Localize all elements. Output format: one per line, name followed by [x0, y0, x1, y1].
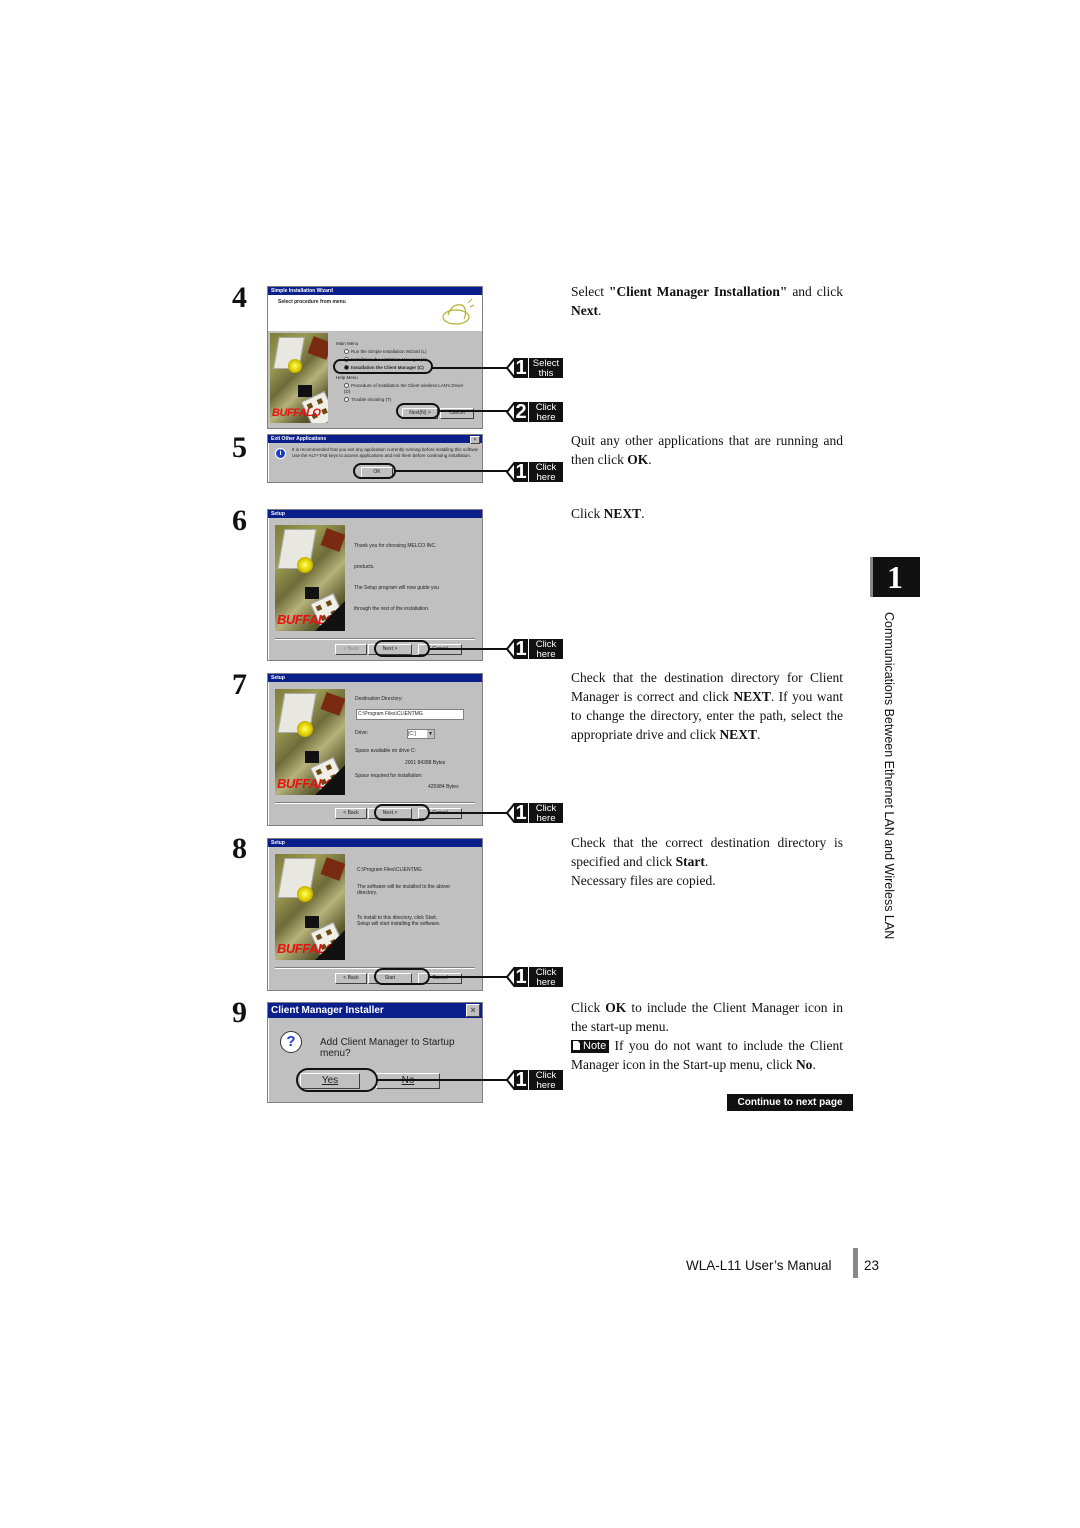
window-title: Simple Installation Wizard — [271, 288, 333, 294]
window-titlebar: Exit Other Applications × — [268, 435, 482, 444]
option-trouble-shooting[interactable]: Trouble shooting (T) — [344, 397, 391, 403]
leader-line — [429, 648, 508, 650]
dialog-message: It is recommended that you exit any appl… — [292, 447, 478, 458]
buffalo-artwork: BUFFALO — [275, 854, 345, 960]
highlight-oval — [296, 1068, 378, 1092]
chevron-down-icon[interactable]: ▼ — [427, 730, 434, 738]
question-icon: ? — [280, 1031, 302, 1053]
step-description: Check that the destination directory for… — [571, 670, 843, 742]
step-description: Quit any other applications that are run… — [571, 433, 843, 467]
back-button[interactable]: < Back — [335, 644, 367, 655]
buffalo-artwork: BUFFALO — [275, 525, 345, 631]
leader-line — [429, 976, 508, 978]
step-number: 7 — [232, 668, 247, 701]
setup-start-dialog: Setup BUFFALO C:\Program Files\CLIENTMG … — [267, 838, 483, 991]
close-icon[interactable]: × — [466, 1004, 480, 1017]
highlight-oval — [353, 463, 396, 479]
leader-line — [377, 1079, 508, 1081]
step-number: 6 — [232, 504, 247, 537]
install-path: C:\Program Files\CLIENTMG — [357, 867, 422, 873]
callout-select-this: 1 Select this — [506, 357, 563, 379]
option-driver-procedure[interactable]: Procedure of installation the Client wir… — [344, 383, 464, 395]
step-description: Check that the correct destination direc… — [571, 835, 843, 888]
step-description: Click NEXT. — [571, 506, 645, 521]
step-number: 4 — [232, 281, 247, 314]
page-number: 23 — [864, 1258, 880, 1273]
wizard-screenshot: Simple Installation Wizard Select proced… — [267, 286, 483, 429]
close-icon[interactable]: × — [470, 436, 480, 444]
highlight-oval — [374, 804, 430, 821]
continue-to-next-page-label: Continue to next page — [727, 1094, 853, 1111]
setup-destination-dialog: Setup BUFFALO Destination Directory: C:\… — [267, 673, 483, 826]
highlight-oval — [333, 359, 433, 374]
callout-click-here: 2 Click here — [506, 401, 563, 423]
callout-click-here: 1 Click here — [506, 966, 563, 988]
main-menu-label: Main Menu — [336, 341, 359, 346]
buffalo-artwork: BUFFALO — [275, 689, 345, 795]
welcome-line: products. — [354, 564, 375, 570]
dialog-question: Add Client Manager to Startup menu? — [320, 1037, 455, 1059]
callout-click-here: 1 Click here — [506, 802, 563, 824]
note-badge: Note — [571, 1040, 610, 1053]
destination-input[interactable]: C:\Program Files\CLIENTMG — [356, 709, 464, 720]
destination-label: Destination Directory: — [355, 696, 403, 702]
leader-line — [395, 470, 508, 472]
callout-click-here: 1 Click here — [506, 638, 563, 660]
back-button[interactable]: < Back — [335, 973, 367, 984]
window-titlebar: Simple Installation Wizard — [268, 287, 482, 295]
welcome-line: The Setup program will now guide you — [354, 585, 440, 591]
help-menu-label: Help Menu — [336, 375, 358, 380]
callout-click-here: 1 Click here — [506, 461, 563, 483]
drive-label: Drive: — [355, 730, 369, 736]
step-description: Select "Client Manager Installation" and… — [571, 284, 843, 318]
footer-divider — [853, 1248, 858, 1278]
step-number: 8 — [232, 832, 247, 865]
step-number: 9 — [232, 996, 247, 1029]
step-description: Click OK to include the Client Manager i… — [571, 1000, 844, 1072]
window-titlebar: Setup — [268, 674, 482, 682]
option-wizard[interactable]: Run the Simple Installation Wizard (L) — [344, 349, 427, 355]
window-titlebar: Setup — [268, 839, 482, 847]
wizard-logo-icon — [442, 298, 475, 325]
back-button[interactable]: < Back — [335, 808, 367, 819]
highlight-oval — [396, 403, 440, 419]
space-available-label: Space available on drive C: — [355, 748, 416, 754]
buffalo-artwork: BUFFALO — [270, 333, 328, 423]
no-button[interactable]: No — [376, 1073, 440, 1089]
leader-line — [432, 367, 508, 369]
highlight-oval — [374, 968, 430, 985]
window-titlebar: Setup — [268, 510, 482, 518]
callout-click-here: 1 Click here — [506, 1069, 563, 1091]
chapter-number-tab: 1 — [870, 557, 920, 597]
chapter-title: Communications Between Ethernet LAN and … — [882, 612, 896, 940]
info-icon: i — [275, 448, 286, 459]
highlight-oval — [374, 640, 430, 657]
space-required-label: Space required for installation: — [355, 773, 423, 779]
install-info: The software will be installed to the ab… — [357, 884, 450, 896]
leader-line — [429, 812, 508, 814]
space-available-value: 2001 84288 Bytes — [405, 760, 446, 766]
leader-line — [439, 410, 508, 412]
install-instruction: To install to this directory, click Star… — [357, 915, 441, 927]
space-required-value: 425984 Bytes — [428, 784, 459, 790]
wizard-heading: Select procedure from menu — [278, 299, 346, 305]
step-number: 5 — [232, 431, 247, 464]
welcome-line: through the rest of the installation. — [354, 606, 430, 612]
window-titlebar: Client Manager Installer × — [268, 1003, 482, 1018]
note-icon — [573, 1041, 580, 1050]
setup-welcome-dialog: Setup BUFFALO Thank you for choosing MEL… — [267, 509, 483, 661]
drive-select[interactable]: [C:] ▼ — [407, 729, 435, 739]
welcome-line: Thank you for choosing MELCO INC. — [354, 543, 437, 549]
manual-title: WLA-L11 User’s Manual — [686, 1258, 832, 1273]
